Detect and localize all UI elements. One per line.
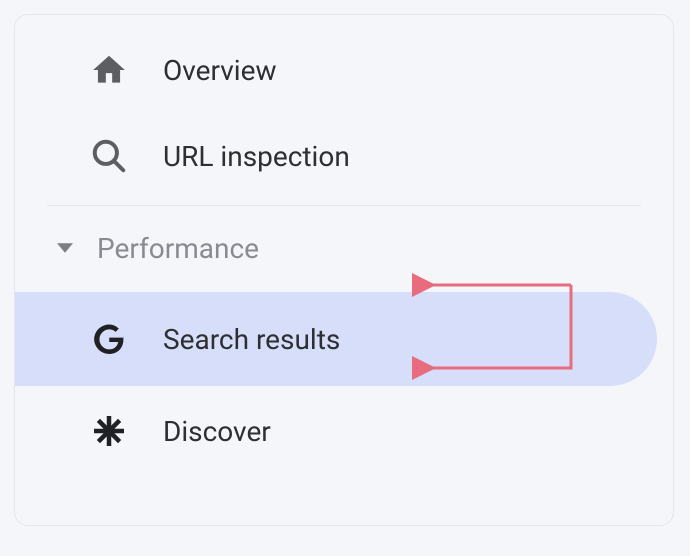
sidebar-item-label: Search results xyxy=(163,323,340,356)
section-header-performance[interactable]: Performance xyxy=(15,218,673,278)
sidebar-item-url-inspection[interactable]: URL inspection xyxy=(15,113,673,199)
search-icon xyxy=(87,134,131,178)
google-g-icon xyxy=(87,317,131,361)
divider xyxy=(47,205,641,206)
caret-down-icon xyxy=(55,238,75,258)
sidebar-item-overview[interactable]: Overview xyxy=(15,27,673,113)
home-icon xyxy=(87,48,131,92)
sidebar-item-label: URL inspection xyxy=(163,140,350,173)
sidebar-item-search-results[interactable]: Search results xyxy=(15,292,657,386)
sidebar-item-label: Overview xyxy=(163,54,277,87)
asterisk-icon xyxy=(87,409,131,453)
section-label: Performance xyxy=(97,232,259,265)
sidebar-item-discover[interactable]: Discover xyxy=(15,386,673,476)
sidebar-item-label: Discover xyxy=(163,415,271,448)
sidebar-panel: Overview URL inspection Performance Sear… xyxy=(14,14,674,526)
